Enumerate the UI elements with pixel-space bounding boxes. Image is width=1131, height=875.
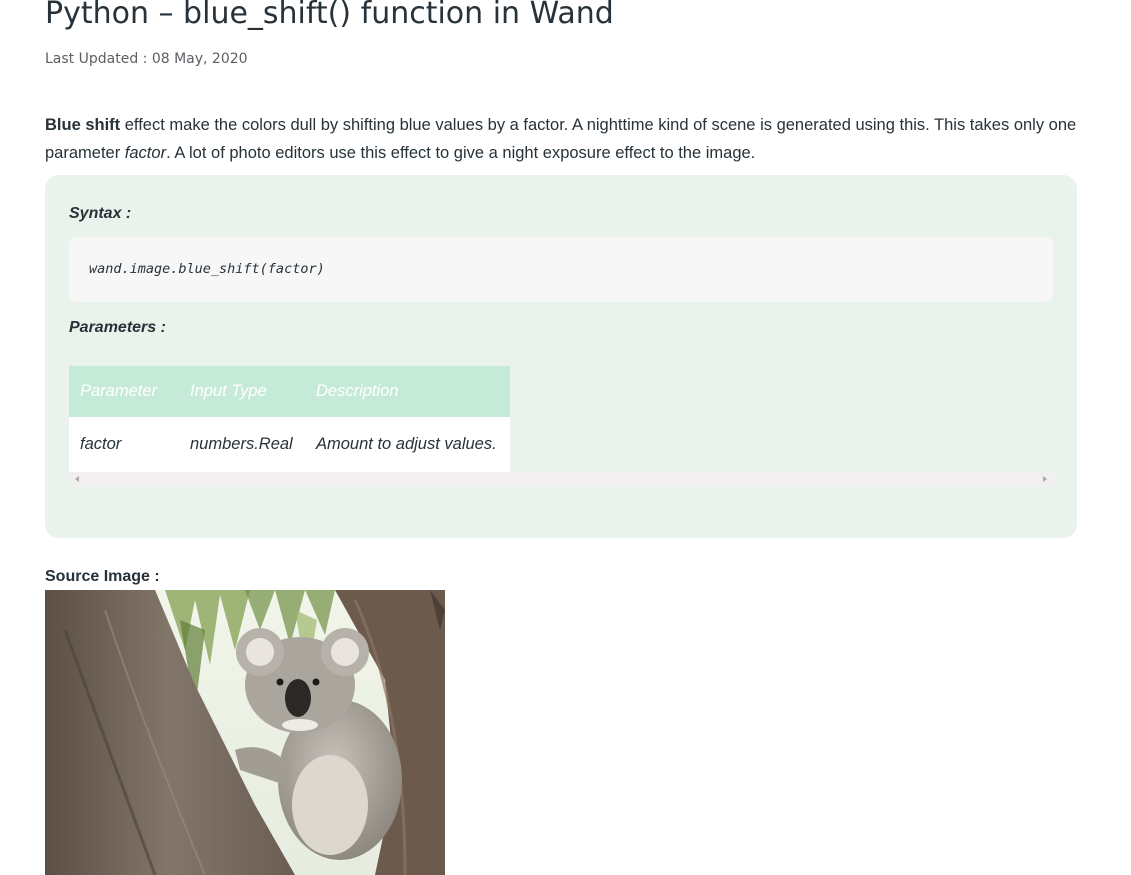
intro-text-2: . A lot of photo editors use this effect… <box>166 144 756 162</box>
table-header-row: Parameter Input Type Description <box>69 366 510 417</box>
article-title: Python – blue_shift() function in Wand <box>45 0 614 31</box>
table-cell-parameter: factor <box>69 417 179 472</box>
last-updated-date: Last Updated : 08 May, 2020 <box>45 51 248 67</box>
intro-paragraph: Blue shift effect make the colors dull b… <box>45 111 1085 167</box>
table-row: factor numbers.Real Amount to adjust val… <box>69 417 510 472</box>
column-header-description: Description <box>305 366 510 417</box>
horizontal-scrollbar[interactable] <box>69 472 1053 486</box>
column-header-input-type: Input Type <box>179 366 305 417</box>
parameters-table: Parameter Input Type Description factor … <box>69 366 510 472</box>
source-image-label: Source Image : <box>45 568 160 585</box>
code-text[interactable]: wand.image.blue_shift(factor) <box>89 259 325 279</box>
scroll-right-arrow-icon[interactable] <box>1043 476 1047 482</box>
code-block[interactable]: wand.image.blue_shift(factor) <box>69 237 1053 302</box>
intro-term: Blue shift <box>45 116 121 134</box>
koala-source-image <box>45 590 445 875</box>
syntax-heading: Syntax : <box>69 205 132 222</box>
syntax-panel: Syntax : wand.image.blue_shift(factor) P… <box>45 175 1077 538</box>
table-cell-input-type: numbers.Real <box>179 417 305 472</box>
parameters-heading: Parameters : <box>69 319 166 336</box>
column-header-parameter: Parameter <box>69 366 179 417</box>
scroll-left-arrow-icon[interactable] <box>75 476 79 482</box>
table-cell-description: Amount to adjust values. <box>305 417 510 472</box>
intro-param: factor <box>124 144 167 162</box>
